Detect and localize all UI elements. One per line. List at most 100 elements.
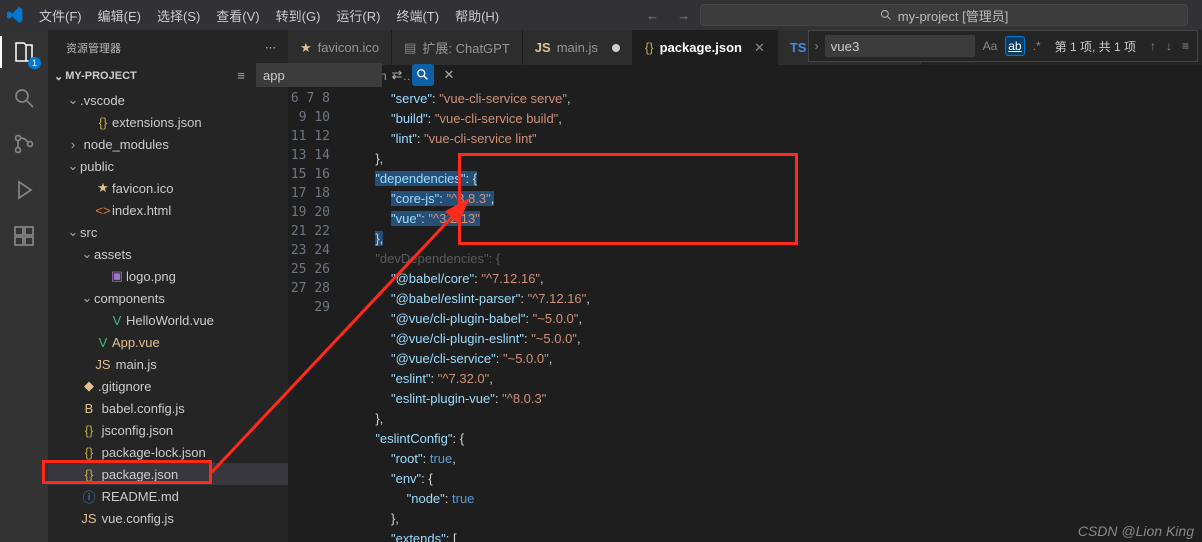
json-icon: {} [80,467,98,482]
menu-bar: 文件(F) 编辑(E) 选择(S) 查看(V) 转到(G) 运行(R) 终端(T… [32,2,506,29]
tab-ext-chatgpt[interactable]: ▤扩展: ChatGPT [392,30,523,65]
folder-components[interactable]: components [48,287,288,309]
explorer-filter-row: ≡ ⇄ ✕ [230,63,460,87]
find-in-selection-icon[interactable]: ≡ [1180,37,1191,55]
activity-debug-icon[interactable] [10,176,38,204]
fuzzy-match-icon[interactable] [412,64,434,86]
js-icon: JS [80,511,98,526]
search-icon [880,9,892,21]
more-icon[interactable]: ⋯ [265,41,276,54]
chevron-right-icon [66,137,80,152]
title-bar: 文件(F) 编辑(E) 选择(S) 查看(V) 转到(G) 运行(R) 终端(T… [0,0,1202,30]
json-icon: {} [94,115,112,130]
explorer-sidebar: 资源管理器 ⋯ MY-PROJECT .vscode {}extensions.… [48,30,288,542]
file-gitignore[interactable]: ◆.gitignore [48,375,288,397]
file-favicon[interactable]: ★favicon.ico [48,177,288,199]
project-name: MY-PROJECT [65,70,137,82]
menu-view[interactable]: 查看(V) [209,2,266,29]
tab-favicon[interactable]: ★favicon.ico [288,30,392,65]
vue-icon: V [94,335,112,350]
editor-area: ★favicon.ico ▤扩展: ChatGPT JSmain.js {}pa… [288,30,1202,542]
tab-mainjs[interactable]: JSmain.js [523,30,633,65]
file-package-lock[interactable]: {} package-lock.json [48,441,288,463]
menu-select[interactable]: 选择(S) [150,2,207,29]
nav-back-icon[interactable]: ← [646,8,659,23]
file-main-js[interactable]: JS main.js [48,353,288,375]
info-icon: ⓘ [80,487,98,506]
code-content[interactable]: "serve": "vue-cli-service serve", "build… [344,87,1202,542]
command-center-text: my-project [管理员] [898,6,1009,25]
close-icon[interactable]: ✕ [754,40,765,56]
folder-assets[interactable]: assets [48,243,288,265]
line-gutter: 6 7 8 9 10 11 12 13 14 15 16 17 18 19 20… [288,87,344,542]
chevron-down-icon [80,290,94,306]
file-helloworld-vue[interactable]: VHelloWorld.vue [48,309,288,331]
prev-match-icon[interactable]: ↑ [1148,37,1158,55]
file-babel-config[interactable]: B babel.config.js [48,397,288,419]
js-icon: JS [535,40,551,55]
ts-icon: TS [790,40,807,55]
modified-dot-icon [612,44,620,52]
menu-run[interactable]: 运行(R) [329,2,387,29]
file-tree: .vscode {}extensions.json node_modules p… [48,87,288,529]
git-icon: ◆ [80,378,98,394]
activity-scm-icon[interactable] [10,130,38,158]
json-icon: {} [80,423,98,438]
sidebar-title: 资源管理器 [66,40,121,56]
menu-help[interactable]: 帮助(H) [448,2,506,29]
find-status: 第 1 项, 共 1 项 [1055,38,1136,55]
vue-icon: V [108,313,126,328]
command-center[interactable]: my-project [管理员] [700,4,1188,26]
file-vue-config[interactable]: JS vue.config.js [48,507,288,529]
activity-bar: 1 [0,30,48,542]
explorer-badge: 1 [28,57,41,69]
json-icon: {} [645,40,654,55]
activity-extensions-icon[interactable] [10,222,38,250]
html-icon: <> [94,203,112,218]
folder-src[interactable]: src [48,221,288,243]
chevron-right-icon[interactable]: › [815,39,819,53]
js-icon: JS [94,357,112,372]
menu-terminal[interactable]: 终端(T) [389,2,446,29]
chevron-down-icon [80,246,94,262]
file-logo-png[interactable]: ▣logo.png [48,265,288,287]
tab-package-json[interactable]: {}package.json✕ [633,30,778,65]
menu-edit[interactable]: 编辑(E) [91,2,148,29]
image-icon: ▣ [108,268,126,284]
activity-search-icon[interactable] [10,84,38,112]
watermark: CSDN @Lion King [1078,523,1194,539]
filter-icon[interactable]: ⇄ [386,64,408,86]
next-match-icon[interactable]: ↓ [1164,37,1174,55]
favicon-icon: ★ [94,180,112,196]
chevron-down-icon [66,224,80,240]
json-icon: {} [80,445,98,460]
vscode-logo-icon [4,4,26,26]
nav-fwd-icon[interactable]: → [677,8,690,23]
match-case-button[interactable]: Aa [981,37,1000,55]
menu-go[interactable]: 转到(G) [269,2,328,29]
babel-icon: B [80,401,98,416]
regex-button[interactable]: .* [1031,37,1043,55]
close-filter-icon[interactable]: ✕ [438,64,460,86]
file-index-html[interactable]: <>index.html [48,199,288,221]
folder-node-modules[interactable]: node_modules [48,133,288,155]
code-editor[interactable]: 6 7 8 9 10 11 12 13 14 15 16 17 18 19 20… [288,87,1202,542]
list-icon[interactable]: ≡ [230,64,252,86]
menu-file[interactable]: 文件(F) [32,2,89,29]
file-jsconfig[interactable]: {} jsconfig.json [48,419,288,441]
explorer-filter-input[interactable] [263,68,375,83]
whole-word-button[interactable]: ab [1005,36,1024,56]
history-nav: ← → [646,8,690,23]
activity-explorer-icon[interactable]: 1 [10,38,38,66]
find-input[interactable] [825,35,975,57]
file-package-json[interactable]: {} package.json [48,463,288,485]
folder-vscode[interactable]: .vscode [48,89,288,111]
file-readme[interactable]: ⓘ README.md [48,485,288,507]
folder-public[interactable]: public [48,155,288,177]
file-extensions-json[interactable]: {}extensions.json [48,111,288,133]
find-widget[interactable]: › Aa ab .* 第 1 项, 共 1 项 ↑ ↓ ≡ [808,30,1198,62]
file-app-vue[interactable]: VApp.vue [48,331,288,353]
favicon-icon: ★ [300,40,312,56]
chevron-down-icon [54,70,63,83]
chevron-down-icon [66,158,80,174]
